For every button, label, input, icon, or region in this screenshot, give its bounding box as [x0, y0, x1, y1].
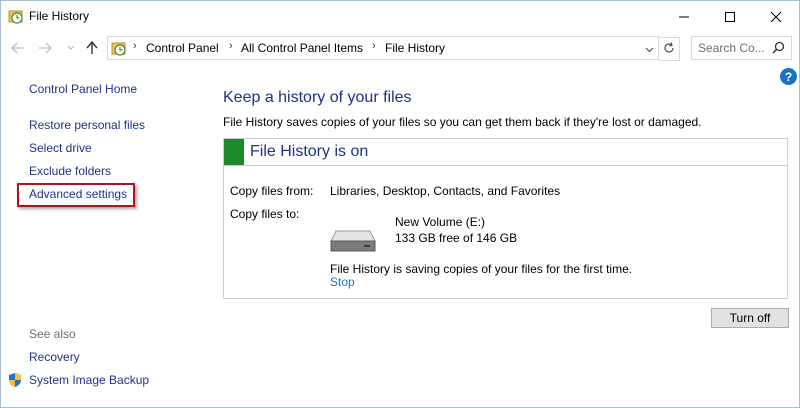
- up-arrow-icon[interactable]: [84, 40, 100, 56]
- turn-off-button[interactable]: Turn off: [711, 308, 789, 328]
- stop-link[interactable]: Stop: [330, 275, 355, 289]
- file-history-location-icon: [111, 40, 127, 56]
- minimize-button[interactable]: [661, 1, 707, 32]
- refresh-icon: [663, 41, 675, 57]
- status-title: File History is on: [250, 143, 369, 160]
- copy-from-label: Copy files from:: [230, 184, 314, 198]
- drive-space: 133 GB free of 146 GB: [395, 231, 518, 245]
- recent-dropdown-icon[interactable]: [63, 40, 79, 56]
- status-on-indicator: [224, 139, 244, 165]
- back-arrow-icon[interactable]: [10, 40, 26, 56]
- copy-from-value: Libraries, Desktop, Contacts, and Favori…: [330, 184, 561, 198]
- breadcrumb-separator-icon: ›: [372, 40, 376, 52]
- exclude-folders-link[interactable]: Exclude folders: [29, 164, 111, 178]
- close-button[interactable]: [753, 1, 799, 32]
- shield-icon: [7, 372, 23, 388]
- address-bar[interactable]: › Control Panel › All Control Panel Item…: [107, 36, 659, 60]
- address-dropdown-icon[interactable]: [645, 42, 654, 56]
- drive-icon: [330, 227, 376, 256]
- recovery-link[interactable]: Recovery: [29, 350, 80, 364]
- page-description: File History saves copies of your files …: [223, 115, 702, 129]
- control-panel-home-link[interactable]: Control Panel Home: [29, 82, 137, 96]
- restore-personal-files-link[interactable]: Restore personal files: [29, 118, 145, 132]
- file-history-window: File History › Control Panel › All Contr…: [0, 0, 800, 408]
- see-also-label: See also: [29, 327, 76, 341]
- breadcrumb-all-items[interactable]: All Control Panel Items: [241, 41, 363, 55]
- refresh-button[interactable]: [659, 37, 680, 61]
- search-input[interactable]: [698, 39, 768, 57]
- title-bar: File History: [1, 1, 799, 32]
- breadcrumb-file-history[interactable]: File History: [385, 41, 445, 55]
- progress-message: File History is saving copies of your fi…: [330, 262, 633, 276]
- select-drive-link[interactable]: Select drive: [29, 141, 92, 155]
- advanced-settings-highlight: [17, 183, 135, 207]
- page-title: Keep a history of your files: [223, 89, 412, 106]
- copy-to-label: Copy files to:: [230, 207, 300, 221]
- search-box[interactable]: [691, 36, 792, 60]
- status-header: File History is on: [224, 139, 787, 166]
- forward-arrow-icon[interactable]: [37, 40, 53, 56]
- system-image-backup-link[interactable]: System Image Backup: [29, 373, 149, 387]
- file-history-icon: [8, 8, 24, 24]
- breadcrumb-control-panel[interactable]: Control Panel: [146, 41, 219, 55]
- breadcrumb-separator-icon: ›: [229, 40, 233, 52]
- window-title: File History: [29, 9, 90, 23]
- status-panel: File History is on Copy files from: Libr…: [223, 138, 788, 299]
- navigation-row: › Control Panel › All Control Panel Item…: [1, 34, 799, 62]
- search-icon[interactable]: [772, 41, 785, 57]
- drive-name: New Volume (E:): [395, 215, 486, 229]
- help-icon[interactable]: ?: [780, 68, 797, 85]
- maximize-button[interactable]: [707, 1, 753, 32]
- breadcrumb-separator-icon: ›: [133, 40, 137, 52]
